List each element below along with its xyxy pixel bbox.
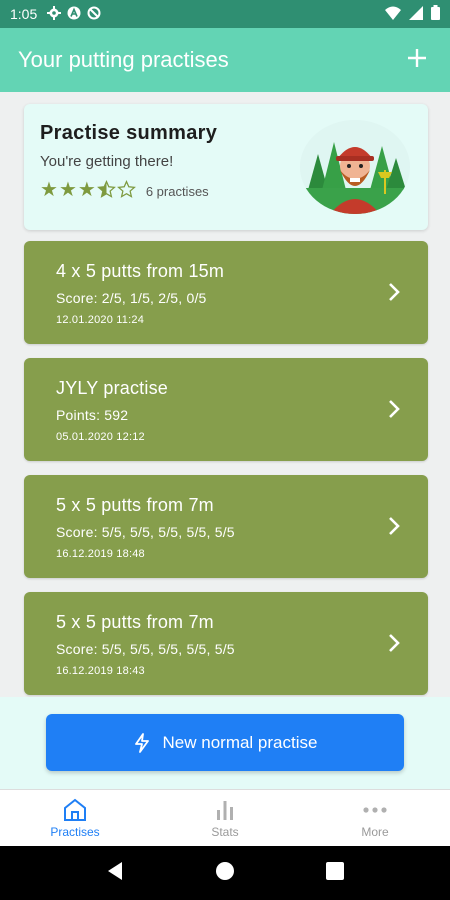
practise-score: Score: 5/5, 5/5, 5/5, 5/5, 5/5 — [56, 641, 235, 657]
star-half-icon — [96, 180, 116, 203]
practise-date: 16.12.2019 18:48 — [56, 548, 145, 560]
practise-date: 12.01.2020 11:24 — [56, 314, 145, 326]
practise-card[interactable]: JYLY practise Points: 592 05.01.2020 12:… — [24, 358, 428, 461]
a-badge-icon — [67, 6, 81, 23]
home-icon — [62, 797, 88, 823]
practise-list[interactable]: Practise summary You're getting there! ★… — [0, 92, 450, 697]
gear-icon — [47, 5, 62, 23]
no-sync-icon — [87, 6, 101, 23]
bottom-nav: Practises Stats More — [0, 789, 450, 846]
nav-stats[interactable]: Stats — [150, 790, 300, 846]
star-full-icon: ★ — [40, 179, 58, 201]
chevron-right-icon — [386, 281, 402, 303]
chevron-right-icon — [386, 632, 402, 654]
practise-card[interactable]: 5 x 5 putts from 7m Score: 5/5, 5/5, 5/5… — [24, 475, 428, 578]
chevron-right-icon — [386, 398, 402, 420]
status-time: 1:05 — [10, 6, 38, 22]
practise-card[interactable]: 4 x 5 putts from 15m Score: 2/5, 1/5, 2/… — [24, 241, 428, 344]
star-full-icon: ★ — [58, 179, 77, 201]
app-bar: Your putting practises — [0, 28, 450, 92]
nav-label: More — [361, 825, 389, 839]
star-full-icon: ★ — [77, 179, 96, 201]
practise-score: Score: 2/5, 1/5, 2/5, 0/5 — [56, 290, 207, 306]
cell-signal-icon — [409, 5, 423, 23]
practise-date: 05.01.2020 12:12 — [56, 431, 145, 443]
nav-label: Practises — [50, 825, 100, 839]
lightning-icon — [133, 732, 151, 753]
new-normal-practise-button[interactable]: New normal practise — [46, 714, 404, 771]
cta-label: New normal practise — [162, 732, 318, 752]
battery-icon — [431, 5, 440, 23]
practise-count: 6 practises — [145, 184, 209, 199]
practise-title: JYLY practise — [56, 378, 168, 398]
page-title: Your putting practises — [18, 47, 229, 72]
rating-stars: ★ ★ ★ — [40, 180, 136, 203]
disc-golfer-avatar — [300, 120, 410, 214]
plus-icon — [407, 48, 427, 73]
home-circle-icon[interactable] — [215, 861, 235, 886]
add-practise-button[interactable] — [402, 45, 432, 75]
practise-title: 5 x 5 putts from 7m — [56, 495, 214, 515]
practise-title: 4 x 5 putts from 15m — [56, 261, 225, 281]
nav-practises[interactable]: Practises — [0, 790, 150, 846]
practise-points: Points: 592 — [56, 407, 129, 423]
status-bar: 1:05 — [0, 0, 450, 28]
star-empty-icon — [116, 180, 136, 203]
bar-chart-icon — [214, 797, 236, 823]
nav-label: Stats — [211, 825, 239, 839]
recents-icon[interactable] — [326, 861, 345, 885]
practise-title: 5 x 5 putts from 7m — [56, 612, 214, 632]
more-dots-icon — [362, 797, 388, 823]
system-nav-bar — [0, 846, 450, 900]
practise-card[interactable]: 5 x 5 putts from 7m Score: 5/5, 5/5, 5/5… — [24, 592, 428, 695]
back-icon[interactable] — [106, 861, 124, 886]
summary-card: Practise summary You're getting there! ★… — [24, 104, 428, 230]
nav-more[interactable]: More — [300, 790, 450, 846]
practise-score: Score: 5/5, 5/5, 5/5, 5/5, 5/5 — [56, 524, 235, 540]
wifi-icon — [385, 6, 401, 23]
cta-container: New normal practise — [0, 697, 450, 789]
practise-date: 16.12.2019 18:43 — [56, 665, 145, 677]
chevron-right-icon — [386, 515, 402, 537]
